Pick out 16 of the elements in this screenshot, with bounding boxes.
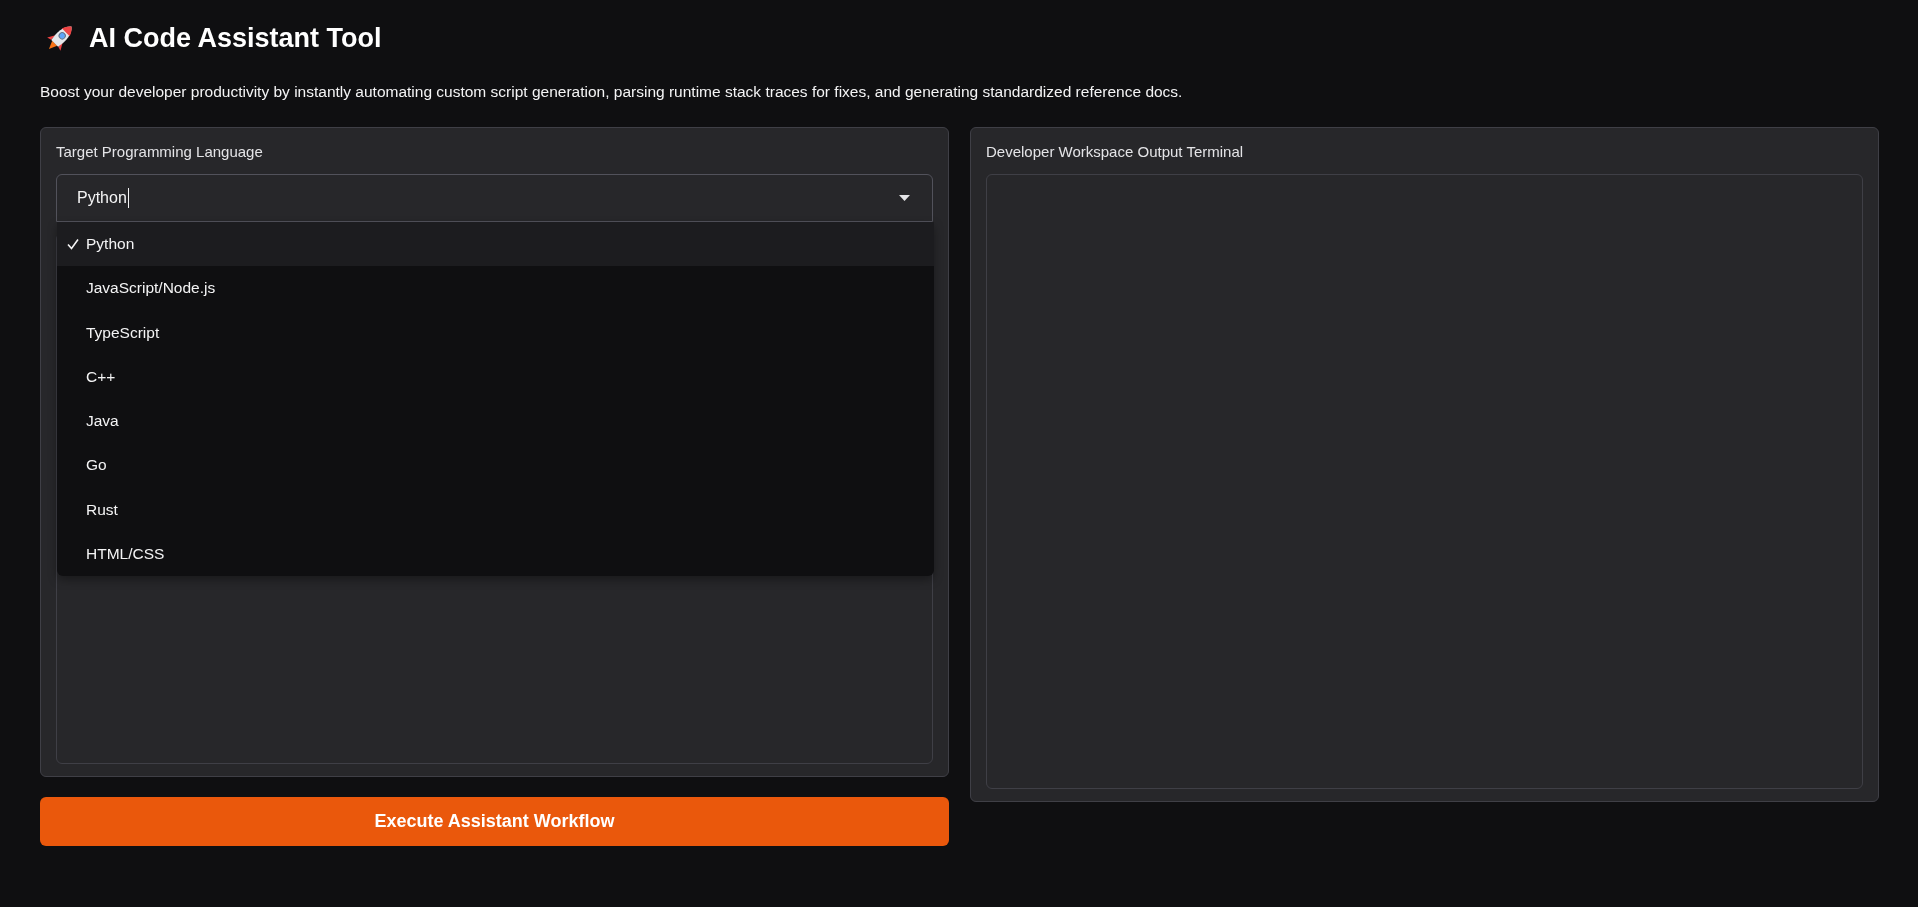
dropdown-option[interactable]: HTML/CSS [57, 531, 934, 576]
dropdown-option[interactable]: C++ [57, 354, 934, 399]
check-icon [67, 238, 79, 251]
run-button[interactable]: Execute Assistant Workflow [40, 797, 949, 846]
dropdown-option[interactable]: Rust [57, 487, 934, 532]
field-label: Developer Workspace Output Terminal [986, 142, 1244, 162]
page-title: AI Code Assistant Tool [89, 22, 382, 55]
page-description: Boost your developer productivity by instantly automating custom script generation, parsing runtime stack traces for fixes, and generating standardized reference docs. [40, 82, 1184, 102]
dropdown-option[interactable]: Go [57, 443, 934, 488]
dropdown-option[interactable]: Java [57, 399, 934, 444]
dropdown-option[interactable]: Python [57, 222, 934, 267]
dropdown-option[interactable]: TypeScript [57, 310, 934, 355]
caret-icon [899, 195, 910, 201]
dropdown-option[interactable]: JavaScript/Node.js [57, 266, 934, 311]
language-select[interactable]: Python [56, 174, 933, 222]
field-label: Target Programming Language [56, 142, 263, 162]
